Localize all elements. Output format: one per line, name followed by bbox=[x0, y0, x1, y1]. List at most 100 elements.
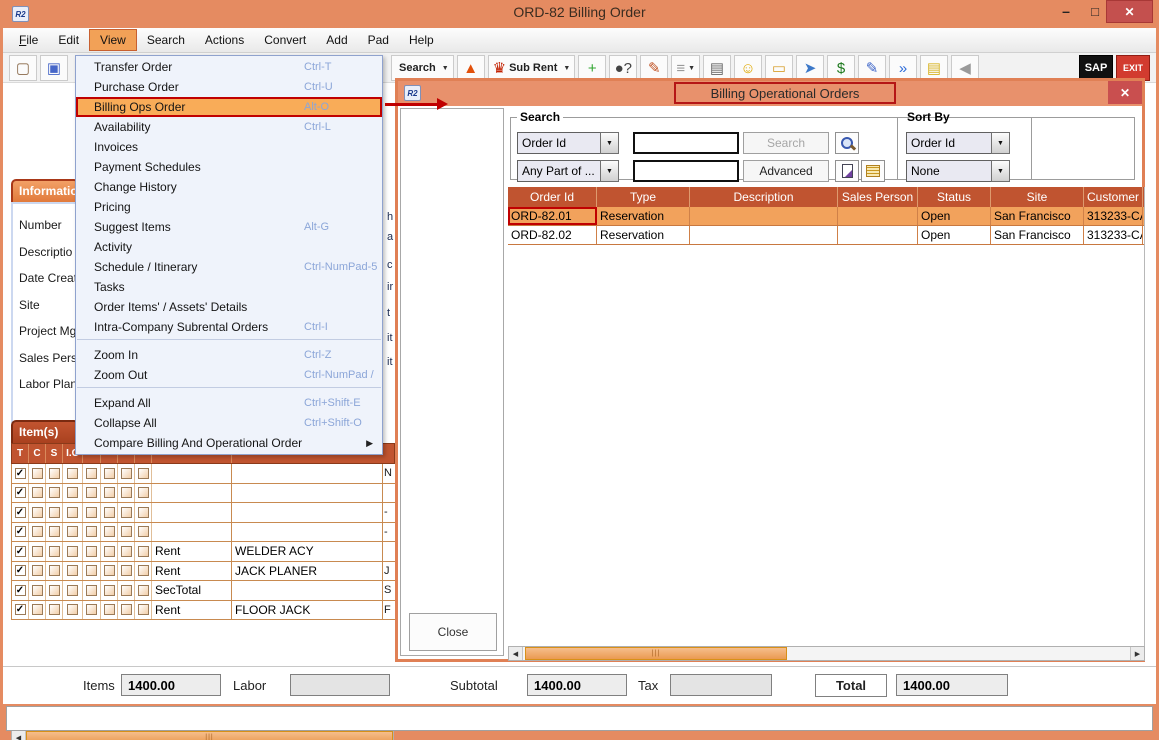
orders-column-type[interactable]: Type bbox=[597, 187, 690, 207]
sort-primary-combo[interactable]: Order Id ▼ bbox=[906, 132, 1010, 154]
menu-item-collapse-all[interactable]: Collapse AllCtrl+Shift-O bbox=[76, 413, 382, 433]
orders-column-description[interactable]: Description bbox=[690, 187, 838, 207]
checkbox[interactable] bbox=[67, 507, 78, 518]
menu-item-activity[interactable]: Activity bbox=[76, 237, 382, 257]
grid-search-button[interactable] bbox=[861, 160, 885, 182]
checkbox[interactable] bbox=[104, 468, 115, 479]
checkbox[interactable] bbox=[138, 507, 149, 518]
menu-item-expand-all[interactable]: Expand AllCtrl+Shift-E bbox=[76, 393, 382, 413]
order-row[interactable]: ORD-82.02ReservationOpenSan Francisco313… bbox=[508, 226, 1144, 245]
checkbox[interactable] bbox=[32, 565, 43, 576]
menu-item-availability[interactable]: AvailabilityCtrl-L bbox=[76, 117, 382, 137]
menu-item-purchase-order[interactable]: Purchase OrderCtrl-U bbox=[76, 77, 382, 97]
checkbox[interactable] bbox=[49, 604, 60, 615]
checkbox[interactable] bbox=[104, 604, 115, 615]
menu-item-zoom-out[interactable]: Zoom OutCtrl-NumPad / bbox=[76, 365, 382, 385]
checkbox[interactable] bbox=[86, 487, 97, 498]
checkbox[interactable] bbox=[86, 546, 97, 557]
orders-column-customer[interactable]: Customer bbox=[1084, 187, 1143, 207]
close-button[interactable]: Close bbox=[409, 613, 497, 651]
order-row[interactable]: ORD-82.01ReservationOpenSan Francisco313… bbox=[508, 207, 1144, 226]
sort-secondary-combo[interactable]: None ▼ bbox=[906, 160, 1010, 182]
chevron-down-icon[interactable]: ▼ bbox=[991, 132, 1010, 154]
checkbox[interactable] bbox=[104, 507, 115, 518]
items-total-field[interactable] bbox=[121, 674, 221, 696]
checkbox[interactable] bbox=[121, 604, 132, 615]
checkbox[interactable] bbox=[67, 526, 78, 537]
item-row[interactable]: ✓RentFLOOR JACKF bbox=[11, 601, 395, 621]
menu-item-transfer-order[interactable]: Transfer OrderCtrl-T bbox=[76, 57, 382, 77]
menubar-item-pad[interactable]: Pad bbox=[358, 30, 399, 50]
menu-item-tasks[interactable]: Tasks bbox=[76, 277, 382, 297]
checkbox[interactable] bbox=[121, 526, 132, 537]
checkbox[interactable] bbox=[104, 585, 115, 596]
checkbox[interactable] bbox=[49, 526, 60, 537]
maximize-button[interactable]: □ bbox=[1085, 4, 1105, 24]
item-row[interactable]: ✓ bbox=[11, 484, 395, 504]
checkbox[interactable] bbox=[104, 487, 115, 498]
item-row[interactable]: ✓SecTotalS bbox=[11, 581, 395, 601]
checkbox[interactable] bbox=[49, 487, 60, 498]
menu-item-suggest-items[interactable]: Suggest ItemsAlt-G bbox=[76, 217, 382, 237]
tax-field[interactable] bbox=[670, 674, 772, 696]
menu-item-pricing[interactable]: Pricing bbox=[76, 197, 382, 217]
checkbox[interactable]: ✓ bbox=[15, 604, 26, 615]
orders-column-order-id[interactable]: Order Id bbox=[508, 187, 597, 207]
item-row[interactable]: ✓- bbox=[11, 523, 395, 543]
items-scrollbar-thumb[interactable]: ||| bbox=[26, 731, 393, 740]
labor-total-field[interactable] bbox=[290, 674, 390, 696]
menu-item-schedule-itinerary[interactable]: Schedule / ItineraryCtrl-NumPad-5 bbox=[76, 257, 382, 277]
checkbox[interactable] bbox=[86, 468, 97, 479]
menu-item-intra-company-subrental-orders[interactable]: Intra-Company Subrental OrdersCtrl-I bbox=[76, 317, 382, 337]
menu-item-zoom-in[interactable]: Zoom InCtrl-Z bbox=[76, 345, 382, 365]
menu-item-order-items-assets-details[interactable]: Order Items' / Assets' Details bbox=[76, 297, 382, 317]
item-row[interactable]: ✓RentWELDER ACY bbox=[11, 542, 395, 562]
checkbox[interactable] bbox=[104, 565, 115, 576]
checkbox[interactable] bbox=[49, 585, 60, 596]
checkbox[interactable] bbox=[67, 546, 78, 557]
checkbox[interactable] bbox=[67, 487, 78, 498]
checkbox[interactable] bbox=[121, 565, 132, 576]
checkbox[interactable] bbox=[67, 468, 78, 479]
total-field[interactable] bbox=[896, 674, 1008, 696]
menubar-item-search[interactable]: Search bbox=[137, 30, 195, 50]
dialog-close-button[interactable]: ✕ bbox=[1108, 81, 1142, 104]
checkbox[interactable] bbox=[138, 468, 149, 479]
checkbox[interactable] bbox=[67, 585, 78, 596]
checkbox[interactable] bbox=[86, 507, 97, 518]
menu-item-compare-billing-and-operational-order[interactable]: Compare Billing And Operational Order▶ bbox=[76, 433, 382, 453]
minimize-button[interactable]: – bbox=[1056, 3, 1076, 23]
checkbox[interactable] bbox=[67, 604, 78, 615]
checkbox[interactable]: ✓ bbox=[15, 487, 26, 498]
menu-item-payment-schedules[interactable]: Payment Schedules bbox=[76, 157, 382, 177]
checkbox[interactable] bbox=[121, 468, 132, 479]
checkbox[interactable] bbox=[32, 487, 43, 498]
tab-items[interactable]: Item(s) bbox=[11, 420, 79, 444]
item-row[interactable]: ✓- bbox=[11, 503, 395, 523]
orders-column-status[interactable]: Status bbox=[918, 187, 991, 207]
checkbox[interactable] bbox=[121, 487, 132, 498]
checkbox[interactable] bbox=[86, 604, 97, 615]
menu-item-invoices[interactable]: Invoices bbox=[76, 137, 382, 157]
menubar-item-convert[interactable]: Convert bbox=[254, 30, 316, 50]
quick-search-button[interactable] bbox=[835, 132, 859, 154]
chevron-down-icon[interactable]: ▼ bbox=[600, 160, 619, 182]
checkbox[interactable] bbox=[32, 585, 43, 596]
checkbox[interactable] bbox=[49, 546, 60, 557]
checkbox[interactable] bbox=[121, 546, 132, 557]
checkbox[interactable] bbox=[49, 468, 60, 479]
search-value-input[interactable] bbox=[633, 132, 739, 154]
checkbox[interactable]: ✓ bbox=[15, 565, 26, 576]
chevron-down-icon[interactable]: ▼ bbox=[991, 160, 1010, 182]
item-row[interactable]: ✓RentJACK PLANERJ bbox=[11, 562, 395, 582]
checkbox[interactable] bbox=[49, 507, 60, 518]
checkbox[interactable] bbox=[86, 565, 97, 576]
orders-column-sales-person[interactable]: Sales Person bbox=[838, 187, 918, 207]
chevron-down-icon[interactable]: ▼ bbox=[600, 132, 619, 154]
checkbox[interactable] bbox=[121, 507, 132, 518]
checkbox[interactable] bbox=[138, 526, 149, 537]
tab-information[interactable]: Information bbox=[11, 179, 79, 202]
checkbox[interactable] bbox=[138, 585, 149, 596]
menu-item-change-history[interactable]: Change History bbox=[76, 177, 382, 197]
checkbox[interactable] bbox=[32, 526, 43, 537]
